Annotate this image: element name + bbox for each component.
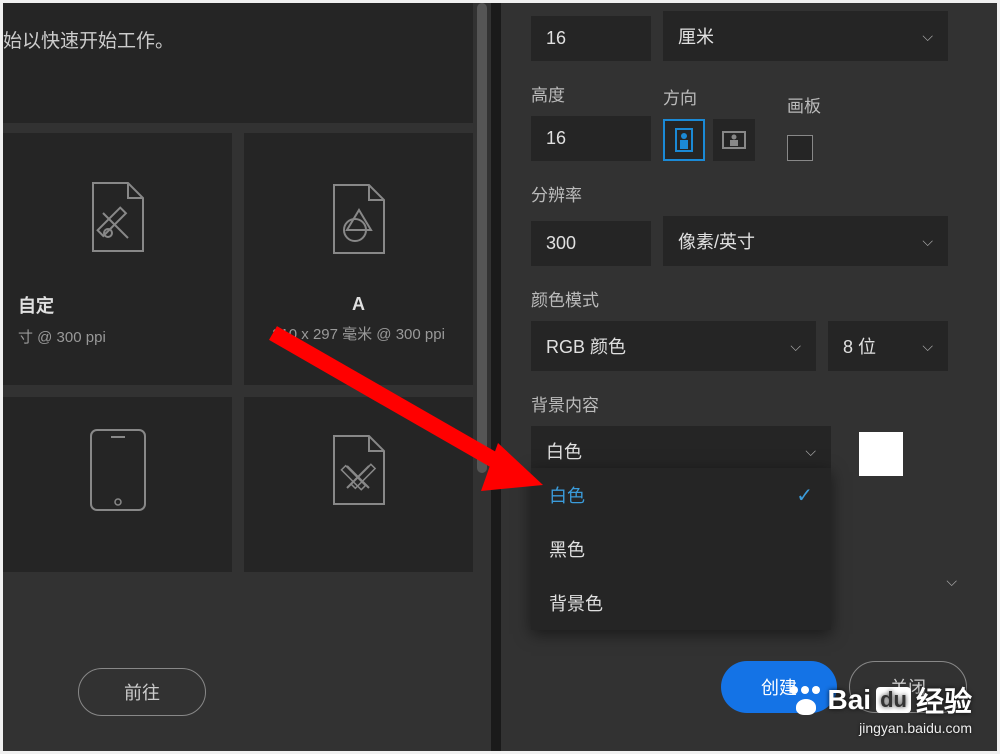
unit-value: 厘米 <box>678 23 714 49</box>
right-settings-panel: 厘米 ⌵ 高度 方向 画板 <box>501 3 997 751</box>
color-mode-select[interactable]: RGB 颜色 ⌵ <box>531 321 816 371</box>
chevron-down-icon: ⌵ <box>922 233 933 250</box>
dropdown-item-black[interactable]: 黑色 <box>531 522 831 576</box>
bit-depth-select[interactable]: 8 位 ⌵ <box>828 321 948 371</box>
bg-content-dropdown: 白色 ✓ 黑色 背景色 <box>531 468 831 630</box>
check-icon: ✓ <box>796 483 813 508</box>
bit-depth-value: 8 位 <box>843 333 876 359</box>
document-a4-icon <box>324 174 394 264</box>
intro-box: 始以快速开始工作。 <box>3 3 473 123</box>
preset-title: A <box>254 294 463 315</box>
preset-title: 自定 <box>13 292 222 318</box>
preset-card-custom[interactable]: 自定 寸 @ 300 ppi <box>3 133 232 385</box>
preset-sub: 210 x 297 毫米 @ 300 ppi <box>254 323 463 344</box>
preset-card-a4[interactable]: A 210 x 297 毫米 @ 300 ppi <box>244 133 473 385</box>
width-input[interactable] <box>531 16 651 61</box>
chevron-down-icon: ⌵ <box>790 338 801 355</box>
artboard-checkbox[interactable] <box>787 135 813 161</box>
orientation-label: 方向 <box>663 84 755 109</box>
dropdown-item-white[interactable]: 白色 ✓ <box>531 468 831 522</box>
resolution-unit-value: 像素/英寸 <box>678 228 755 254</box>
height-label: 高度 <box>531 81 651 106</box>
scrollbar-thumb[interactable] <box>477 3 487 473</box>
bg-content-label: 背景内容 <box>531 391 967 416</box>
preset-card-default[interactable] <box>244 397 473 572</box>
dropdown-item-bgcolor[interactable]: 背景色 <box>531 576 831 630</box>
chevron-down-icon: ⌵ <box>805 443 816 460</box>
height-input[interactable] <box>531 116 651 161</box>
preset-grid: 自定 寸 @ 300 ppi A 210 x 297 毫米 @ 300 ppi <box>3 133 473 572</box>
orientation-portrait-button[interactable] <box>663 119 705 161</box>
preset-card-tablet[interactable] <box>3 397 232 572</box>
preset-sub: 寸 @ 300 ppi <box>13 326 222 347</box>
intro-text: 始以快速开始工作。 <box>3 18 473 53</box>
bg-color-swatch[interactable] <box>859 432 903 476</box>
goto-button[interactable]: 前往 <box>78 668 206 716</box>
artboard-label: 画板 <box>787 92 821 117</box>
tablet-icon <box>83 425 153 515</box>
chevron-down-icon: ⌵ <box>922 28 933 45</box>
resolution-unit-select[interactable]: 像素/英寸 ⌵ <box>663 216 948 266</box>
create-button[interactable]: 创建 <box>721 661 837 713</box>
scrollbar[interactable] <box>473 3 491 751</box>
color-mode-label: 颜色模式 <box>531 286 967 311</box>
left-presets-panel: 始以快速开始工作。 自定 寸 @ 300 ppi <box>3 3 473 751</box>
chevron-down-icon: ⌵ <box>922 338 933 355</box>
document-default-icon <box>324 425 394 515</box>
unit-select[interactable]: 厘米 ⌵ <box>663 11 948 61</box>
panel-divider <box>491 3 501 751</box>
resolution-label: 分辨率 <box>531 181 967 206</box>
bg-content-value: 白色 <box>546 438 582 464</box>
resolution-input[interactable] <box>531 221 651 266</box>
orientation-landscape-button[interactable] <box>713 119 755 161</box>
document-custom-icon <box>83 172 153 262</box>
chevron-down-icon: ⌵ <box>946 573 957 590</box>
close-button[interactable]: 关闭 <box>849 661 967 713</box>
color-mode-value: RGB 颜色 <box>546 333 626 359</box>
